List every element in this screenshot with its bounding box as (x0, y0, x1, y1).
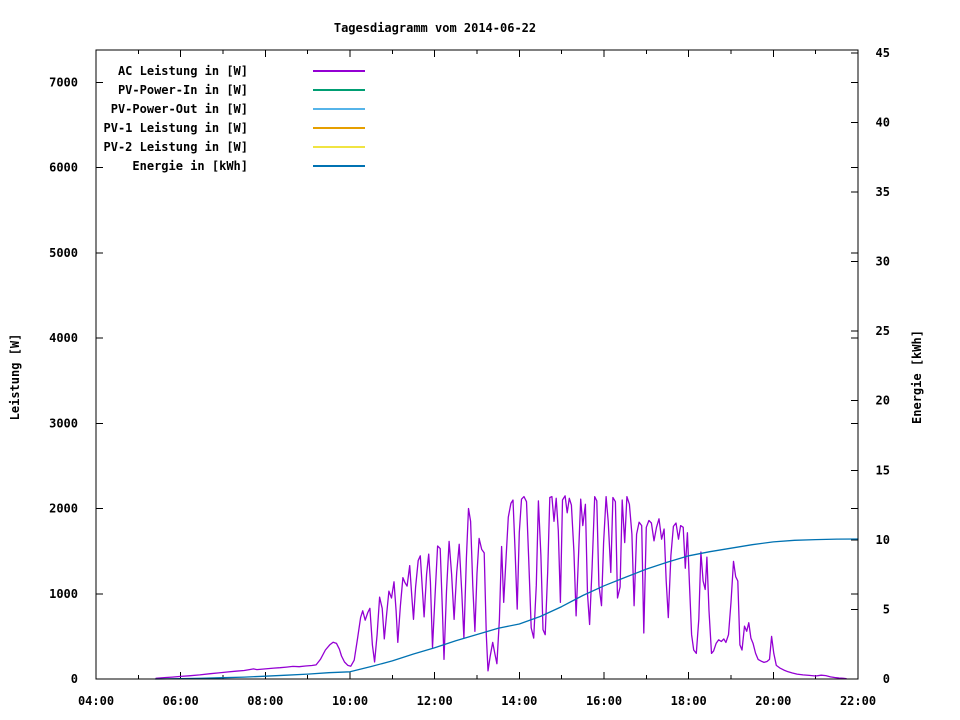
tagesdiagramm-chart: Tagesdiagramm vom 2014-06-22 Leistung [W… (8, 21, 924, 708)
legend-item-ac-leistung-in-w: AC Leistung in [W] (118, 64, 365, 78)
y2-tick-label: 20 (876, 394, 890, 408)
x-tick-label: 20:00 (755, 694, 791, 708)
x-tick-label: 14:00 (501, 694, 537, 708)
legend-label: PV-2 Leistung in [W] (104, 140, 249, 154)
legend: AC Leistung in [W] PV-Power-In in [W] PV-P… (104, 64, 365, 173)
legend-label: AC Leistung in [W] (118, 64, 248, 78)
y1-tick-label: 0 (71, 672, 78, 686)
x-tick-label: 22:00 (840, 694, 876, 708)
legend-label: PV-Power-In in [W] (118, 83, 248, 97)
legend-item-pv-power-out-in-w: PV-Power-Out in [W] (111, 102, 365, 116)
legend-label: PV-Power-Out in [W] (111, 102, 248, 116)
y1-axis-label: Leistung [W] (8, 334, 22, 421)
legend-label: Energie in [kWh] (132, 159, 248, 173)
y2-tick-label: 0 (883, 672, 890, 686)
series-line-ac-leistung-in-w (155, 495, 847, 680)
data-series (154, 495, 859, 680)
y1-tick-label: 3000 (49, 416, 78, 430)
y1-tick-label: 1000 (49, 587, 78, 601)
y2-tick-label: 30 (876, 255, 890, 269)
y1-tick-label: 5000 (49, 246, 78, 260)
y1-tick-label: 2000 (49, 502, 78, 516)
y2-tick-label: 35 (876, 185, 890, 199)
x-tick-label: 12:00 (417, 694, 453, 708)
x-tick-label: 16:00 (586, 694, 622, 708)
x-tick-label: 06:00 (163, 694, 199, 708)
y2-tick-label: 45 (876, 46, 890, 60)
y1-tick-label: 4000 (49, 331, 78, 345)
y2-axis-label: Energie [kWh] (910, 330, 924, 424)
chart-title: Tagesdiagramm vom 2014-06-22 (334, 21, 536, 35)
y2-tick-label: 25 (876, 324, 890, 338)
x-tick-label: 08:00 (247, 694, 283, 708)
chart-canvas: Tagesdiagramm vom 2014-06-22 Leistung [W… (0, 0, 960, 720)
y2-tick-label: 5 (883, 602, 890, 616)
legend-label: PV-1 Leistung in [W] (104, 121, 249, 135)
x-tick-label: 10:00 (332, 694, 368, 708)
y2-tick-label: 40 (876, 115, 890, 129)
legend-item-pv-2-leistung-in-w: PV-2 Leistung in [W] (104, 140, 365, 154)
y1-tick-label: 6000 (49, 161, 78, 175)
series-line-energie-in-kwh (154, 538, 859, 680)
y2-tick-label: 10 (876, 533, 890, 547)
legend-item-pv-power-in-in-w: PV-Power-In in [W] (118, 83, 365, 97)
x-tick-label: 04:00 (78, 694, 114, 708)
x-tick-label: 18:00 (671, 694, 707, 708)
y2-tick-label: 15 (876, 463, 890, 477)
legend-item-pv-1-leistung-in-w: PV-1 Leistung in [W] (104, 121, 365, 135)
legend-item-energie-in-kwh: Energie in [kWh] (132, 159, 365, 173)
y1-tick-label: 7000 (49, 75, 78, 89)
